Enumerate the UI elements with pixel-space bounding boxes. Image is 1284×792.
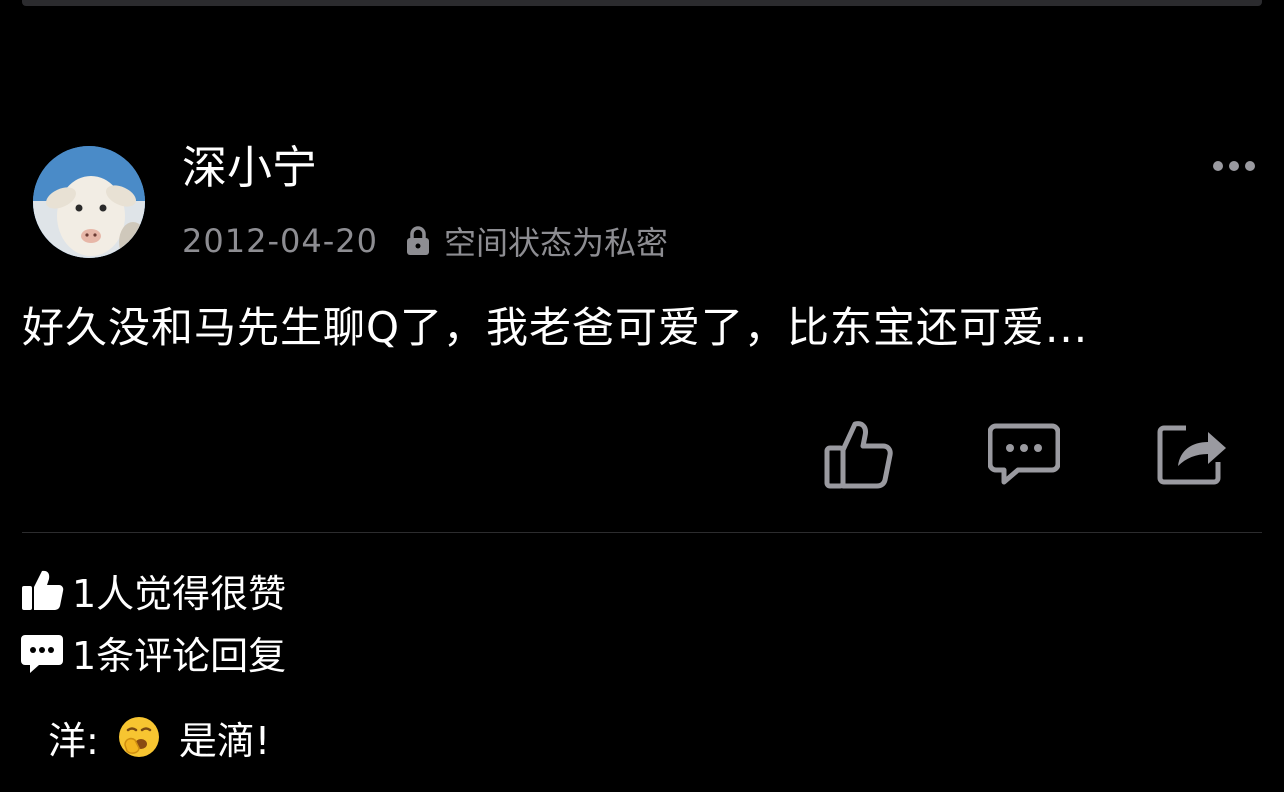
like-button[interactable] bbox=[822, 414, 894, 494]
post-date: 2012-04-20 bbox=[182, 222, 378, 260]
share-icon bbox=[1157, 425, 1226, 485]
comment-bubble-icon bbox=[988, 423, 1060, 485]
comment-text: 是滴! bbox=[178, 718, 271, 763]
comment-bubble-icon bbox=[20, 630, 64, 674]
more-options-button[interactable] bbox=[1210, 152, 1258, 180]
goat-avatar-icon bbox=[33, 146, 145, 258]
likes-count-text: 1人觉得很赞 bbox=[72, 571, 287, 616]
likes-summary[interactable]: 1人觉得很赞 bbox=[20, 565, 287, 616]
post-detail-page: 深小宁 2012-04-20 空间状态为私密 好久没和马先生聊Q了，我老爸可爱了… bbox=[0, 0, 1284, 792]
thumbs-up-icon bbox=[20, 568, 64, 612]
comments-count-text: 1条评论回复 bbox=[72, 633, 287, 678]
post-content: 好久没和马先生聊Q了，我老爸可爱了，比东宝还可爱... bbox=[22, 303, 1089, 352]
share-button[interactable] bbox=[1156, 414, 1228, 494]
author-name[interactable]: 深小宁 bbox=[182, 138, 317, 198]
lock-icon bbox=[404, 224, 432, 258]
comment-author[interactable]: 洋: bbox=[48, 710, 99, 765]
post-meta: 2012-04-20 空间状态为私密 bbox=[182, 220, 668, 262]
top-bar bbox=[22, 0, 1262, 6]
thumbs-up-icon bbox=[824, 421, 893, 489]
comment-button[interactable] bbox=[988, 414, 1060, 494]
avatar[interactable] bbox=[33, 146, 145, 258]
privacy-status: 空间状态为私密 bbox=[443, 224, 668, 262]
comments-summary[interactable]: 1条评论回复 bbox=[20, 627, 287, 678]
divider bbox=[22, 532, 1262, 533]
ellipsis-icon bbox=[1213, 161, 1255, 171]
comment-item: 洋: 是滴! bbox=[48, 710, 270, 764]
yawning-face-emoji-icon bbox=[117, 715, 161, 759]
